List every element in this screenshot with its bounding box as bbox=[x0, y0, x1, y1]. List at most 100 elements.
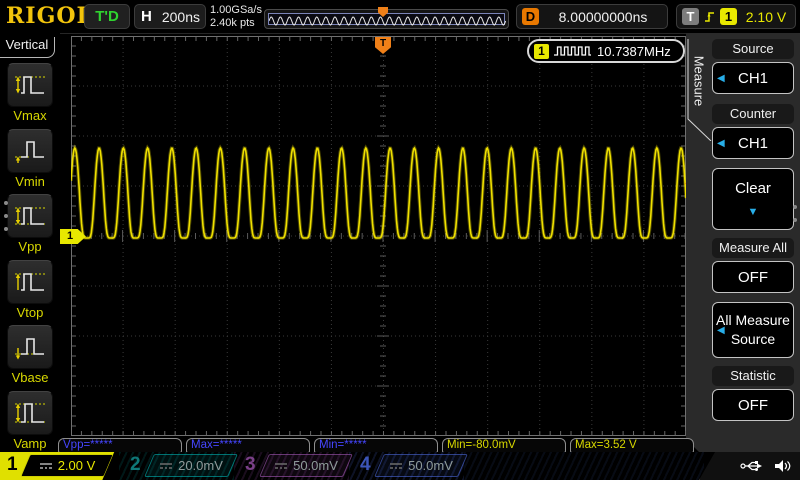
measure-menu-buttons: Source ◀ CH1 Counter ◀ CH1 Clear ▼ Measu… bbox=[712, 33, 794, 421]
trigger-level-value: 2.10 V bbox=[737, 9, 795, 25]
left-menu-title: Vertical bbox=[0, 37, 55, 58]
measurement-slot-bar: Vpp=***** Max=***** Min=***** Min=-80.0m… bbox=[58, 438, 698, 453]
menu-item-vpp-label: Vpp bbox=[0, 239, 60, 254]
statistic-header: Statistic bbox=[712, 366, 794, 386]
channel3-scale-box: 50.0mV bbox=[259, 454, 353, 477]
timebase-value: 200ns bbox=[162, 9, 200, 25]
rising-edge-icon bbox=[703, 9, 716, 24]
measure-slot-max[interactable]: Max=***** bbox=[186, 438, 310, 453]
top-status-bar: RIGOL T'D H 200ns 1.00GSa/s 2.40k pts D … bbox=[0, 0, 800, 34]
menu-item-vamp[interactable]: Vamp bbox=[0, 391, 60, 457]
vertical-measure-menu: Vertical Vmax bbox=[0, 33, 60, 452]
vtop-icon bbox=[7, 260, 53, 304]
channel2-scale-box: 20.0mV bbox=[144, 454, 238, 477]
channel4-scale-box: 50.0mV bbox=[374, 454, 468, 477]
source-value: CH1 bbox=[738, 70, 768, 87]
menu-item-vmin-label: Vmin bbox=[0, 174, 60, 189]
menu-item-vmax[interactable]: Vmax bbox=[0, 63, 60, 129]
measure-tab-label: Measure bbox=[692, 56, 707, 107]
channel4-scale: 50.0mV bbox=[408, 458, 453, 473]
channel4-status[interactable]: 4 50.0mV bbox=[349, 452, 464, 480]
trigger-info-badge[interactable]: T 1 2.10 V bbox=[676, 4, 796, 29]
vamp-icon bbox=[7, 391, 53, 435]
menu-item-vpp[interactable]: Vpp bbox=[0, 194, 60, 260]
menu-item-vmin[interactable]: Vmin bbox=[0, 129, 60, 195]
vmax-icon bbox=[7, 63, 53, 107]
counter-button[interactable]: ◀ CH1 bbox=[712, 127, 794, 159]
left-menu-items: Vmax Vmin bbox=[0, 63, 60, 456]
freq-counter-channel-chip: 1 bbox=[534, 44, 549, 59]
frequency-counter-badge: 1 10.7387MHz bbox=[527, 39, 685, 63]
channel1-scale: 2.00 V bbox=[58, 458, 96, 473]
menu-item-vmax-label: Vmax bbox=[0, 108, 60, 123]
channel1-status[interactable]: 1 2.00 V bbox=[0, 452, 119, 480]
waveform-grid bbox=[71, 36, 686, 436]
measure-slot-max-value[interactable]: Max=3.52 V bbox=[570, 438, 694, 453]
channel2-number: 2 bbox=[130, 454, 141, 476]
measure-tab[interactable]: Measure bbox=[686, 37, 712, 137]
statistic-button[interactable]: OFF bbox=[712, 389, 794, 421]
trigger-delay-badge[interactable]: D 8.00000000ns bbox=[516, 4, 668, 29]
left-arrow-icon: ◀ bbox=[717, 73, 725, 84]
all-measure-line2: Source bbox=[731, 330, 775, 349]
channel3-status[interactable]: 3 50.0mV bbox=[234, 452, 349, 480]
h-label: H bbox=[141, 8, 152, 25]
source-button[interactable]: ◀ CH1 bbox=[712, 62, 794, 94]
left-arrow-icon: ◀ bbox=[717, 138, 725, 149]
waveform-preview-window bbox=[268, 13, 505, 25]
dc-coupling-icon bbox=[274, 461, 288, 471]
measure-all-value: OFF bbox=[738, 269, 768, 286]
trigger-status-badge: T'D bbox=[84, 4, 130, 29]
source-header: Source bbox=[712, 39, 794, 59]
channel2-scale: 20.0mV bbox=[178, 458, 223, 473]
memory-depth: 2.40k pts bbox=[210, 17, 262, 30]
vmin-icon bbox=[7, 129, 53, 173]
statistic-value: OFF bbox=[738, 397, 768, 414]
measure-slot-min[interactable]: Min=***** bbox=[314, 438, 438, 453]
all-measure-source-button[interactable]: ◀ All Measure Source bbox=[712, 302, 794, 358]
menu-item-vtop[interactable]: Vtop bbox=[0, 260, 60, 326]
channel3-scale: 50.0mV bbox=[293, 458, 338, 473]
menu-page-dots bbox=[793, 205, 797, 231]
counter-header: Counter bbox=[712, 104, 794, 124]
acquisition-info: 1.00GSa/s 2.40k pts bbox=[210, 4, 262, 29]
oscilloscope-screen: RIGOL T'D H 200ns 1.00GSa/s 2.40k pts D … bbox=[0, 0, 800, 480]
measure-slot-vpp[interactable]: Vpp=***** bbox=[58, 438, 182, 453]
menu-item-vbase-label: Vbase bbox=[0, 370, 60, 385]
preview-sine-icon bbox=[269, 15, 506, 27]
clear-button[interactable]: Clear ▼ bbox=[712, 168, 794, 230]
menu-item-vbase[interactable]: Vbase bbox=[0, 325, 60, 391]
channel-status-bar: 1 2.00 V 2 bbox=[0, 452, 800, 480]
measure-all-button[interactable]: OFF bbox=[712, 261, 794, 293]
measure-slot-min-value[interactable]: Min=-80.0mV bbox=[442, 438, 566, 453]
delay-value: 8.00000000ns bbox=[539, 9, 667, 25]
measure-menu-panel: Measure Source ◀ CH1 Counter ◀ CH1 Clear… bbox=[686, 33, 800, 455]
dc-coupling-icon bbox=[39, 461, 53, 471]
channel3-number: 3 bbox=[245, 454, 256, 476]
measure-all-header: Measure All bbox=[712, 238, 794, 258]
page-dot bbox=[4, 201, 8, 205]
menu-item-vamp-label: Vamp bbox=[0, 436, 60, 451]
status-icons-corner bbox=[699, 452, 800, 480]
page-dot bbox=[793, 205, 797, 209]
page-dot bbox=[4, 214, 8, 218]
speaker-icon bbox=[774, 459, 792, 473]
channel-bar-filler bbox=[464, 452, 704, 480]
dc-coupling-icon bbox=[389, 461, 403, 471]
page-dot bbox=[793, 218, 797, 222]
trigger-source-chip: 1 bbox=[720, 8, 737, 25]
left-arrow-icon: ◀ bbox=[717, 321, 725, 340]
channel1-scale-box: 2.00 V bbox=[20, 454, 114, 477]
delay-label: D bbox=[522, 8, 539, 25]
channel1-number: 1 bbox=[7, 454, 18, 476]
horizontal-timebase-badge[interactable]: H 200ns bbox=[134, 4, 206, 29]
vbase-icon bbox=[7, 325, 53, 369]
menu-page-dots bbox=[4, 201, 8, 240]
channel2-status[interactable]: 2 20.0mV bbox=[119, 452, 234, 480]
freq-counter-value: 10.7387MHz bbox=[597, 44, 671, 59]
waveform-preview-strip[interactable] bbox=[264, 9, 509, 29]
counter-value: CH1 bbox=[738, 135, 768, 152]
all-measure-line1: All Measure bbox=[716, 311, 790, 330]
dc-coupling-icon bbox=[159, 461, 173, 471]
menu-item-vtop-label: Vtop bbox=[0, 305, 60, 320]
